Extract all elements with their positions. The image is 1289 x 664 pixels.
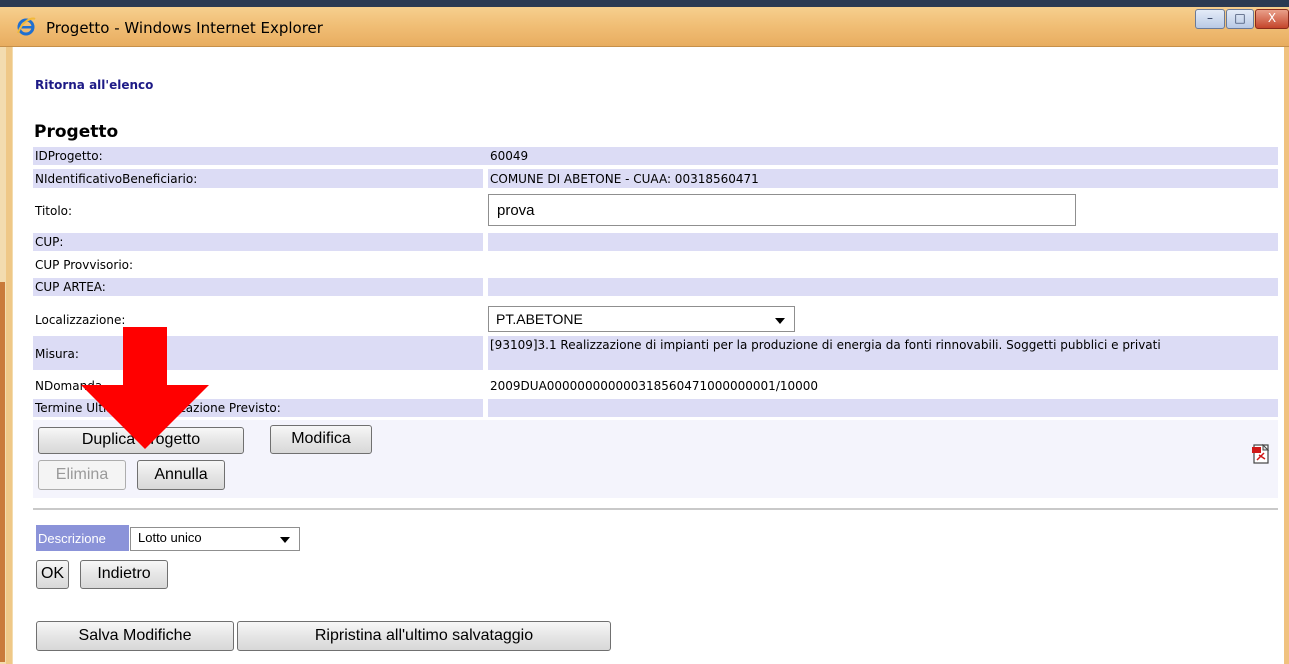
titolo-label: Titolo:	[35, 204, 73, 218]
window-title-bar[interactable]: Progetto - Windows Internet Explorer – □…	[0, 7, 1289, 47]
maximize-icon: □	[1234, 11, 1246, 25]
salva-modifiche-label: Salva Modifiche	[78, 627, 192, 644]
maximize-button[interactable]: □	[1226, 9, 1254, 29]
elimina-label: Elimina	[55, 466, 109, 483]
pdf-icon[interactable]	[1252, 444, 1270, 464]
ripristina-button[interactable]: Ripristina all'ultimo salvataggio	[237, 621, 611, 651]
ok-label: OK	[40, 565, 65, 582]
modifica-label: Modifica	[291, 430, 351, 447]
modifica-button[interactable]: Modifica	[270, 425, 372, 454]
row-termine: Termine Ultimo di Realizzazione Previsto…	[33, 399, 1278, 417]
back-to-list-link[interactable]: Ritorna all'elenco	[35, 78, 153, 92]
red-arrow-annotation	[81, 327, 209, 449]
minimize-icon: –	[1207, 11, 1213, 25]
misura-label: Misura:	[35, 347, 79, 361]
chevron-down-icon	[280, 537, 290, 543]
row-ndomanda: NDomanda 2009DUA000000000000318560471000…	[33, 377, 1278, 395]
beneficiario-label: NIdentificativoBeneficiario:	[35, 172, 198, 186]
annulla-button[interactable]: Annulla	[137, 460, 225, 490]
lotto-select[interactable]: Lotto unico	[130, 527, 300, 551]
row-id-progetto: IDProgetto: 60049	[33, 147, 1278, 165]
window-left-border-accent	[0, 282, 5, 662]
row-cup-provvisorio: CUP Provvisorio:	[33, 256, 1278, 274]
ie-logo-icon	[17, 17, 36, 36]
chevron-down-icon	[775, 318, 785, 324]
indietro-label: Indietro	[97, 565, 151, 582]
row-titolo: Titolo: prova	[33, 192, 1278, 228]
minimize-button[interactable]: –	[1195, 9, 1225, 29]
window-title: Progetto - Windows Internet Explorer	[46, 19, 323, 37]
elimina-button[interactable]: Elimina	[38, 460, 126, 490]
ok-button[interactable]: OK	[36, 560, 69, 589]
indietro-button[interactable]: Indietro	[80, 560, 168, 589]
section-divider	[33, 508, 1278, 510]
close-icon: X	[1267, 11, 1277, 25]
id-progetto-value: 60049	[490, 149, 529, 163]
row-beneficiario: NIdentificativoBeneficiario: COMUNE DI A…	[33, 169, 1278, 188]
salva-modifiche-button[interactable]: Salva Modifiche	[36, 621, 234, 651]
lotto-selected: Lotto unico	[138, 530, 202, 545]
row-misura: Misura: [93109]3.1 Realizzazione di impi…	[33, 336, 1278, 370]
window-left-border	[0, 47, 13, 664]
localizzazione-select[interactable]: PT.ABETONE	[488, 306, 795, 332]
desktop-strip	[0, 0, 1289, 7]
ripristina-label: Ripristina all'ultimo salvataggio	[314, 627, 534, 644]
beneficiario-value: COMUNE DI ABETONE - CUAA: 00318560471	[490, 172, 759, 186]
page-content: Ritorna all'elenco Progetto IDProgetto: …	[14, 47, 1284, 664]
cup-artea-label: CUP ARTEA:	[35, 280, 106, 294]
page-title: Progetto	[34, 122, 119, 142]
cup-label: CUP:	[35, 235, 64, 249]
row-cup: CUP:	[33, 233, 1278, 251]
row-cup-artea: CUP ARTEA:	[33, 278, 1278, 296]
window-left-border-inner	[6, 47, 12, 664]
annulla-label: Annulla	[154, 466, 208, 483]
ndomanda-value: 2009DUA000000000000318560471000000001/10…	[490, 379, 819, 393]
descrizione-label: Descrizione	[36, 525, 129, 551]
row-localizzazione: Localizzazione: PT.ABETONE	[33, 303, 1278, 333]
cup-provvisorio-label: CUP Provvisorio:	[35, 258, 134, 272]
id-progetto-label: IDProgetto:	[35, 149, 103, 163]
close-button[interactable]: X	[1255, 9, 1289, 29]
misura-value: [93109]3.1 Realizzazione di impianti per…	[490, 338, 1161, 352]
titolo-input[interactable]: prova	[488, 194, 1076, 226]
localizzazione-label: Localizzazione:	[35, 313, 126, 327]
localizzazione-selected: PT.ABETONE	[496, 311, 583, 327]
window-right-border	[1284, 47, 1289, 664]
